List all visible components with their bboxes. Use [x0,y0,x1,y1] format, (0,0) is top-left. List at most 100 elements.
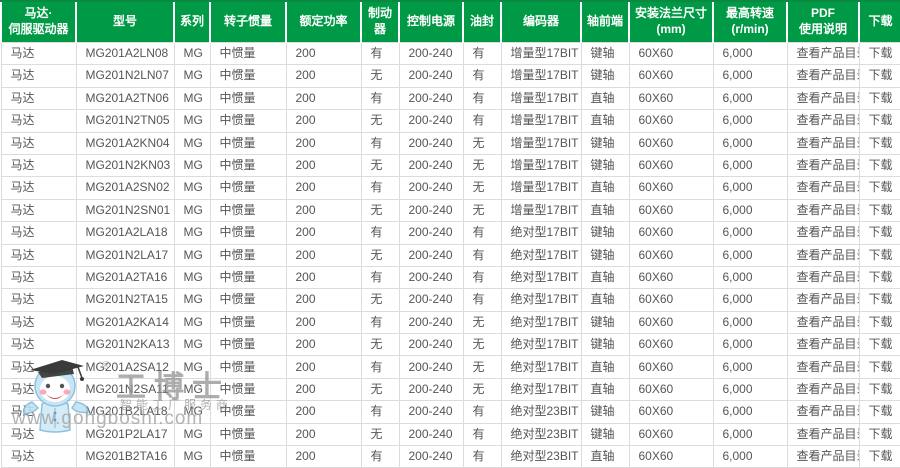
cell-pdf: 查看产品目录 [787,87,859,109]
cell-oil_seal: 无 [463,378,501,400]
cell-motor: 马达 [1,110,76,132]
download-link[interactable]: 下载 [869,270,893,284]
cell-series: MG [174,132,210,154]
cell-series: MG [174,401,210,423]
cell-brake: 有 [361,356,399,378]
cell-series: MG [174,177,210,199]
download-link[interactable]: 下载 [869,113,893,127]
cell-series: MG [174,334,210,356]
cell-model: MG201A2LA18 [76,222,174,244]
cell-max_speed: 6,000 [713,423,787,445]
view-catalog-link[interactable]: 查看产品目录 [797,158,860,172]
cell-oil_seal: 无 [463,177,501,199]
download-link[interactable]: 下载 [869,404,893,418]
download-link[interactable]: 下载 [869,427,893,441]
download-link[interactable]: 下载 [869,225,893,239]
view-catalog-link[interactable]: 查看产品目录 [797,292,860,306]
view-catalog-link[interactable]: 查看产品目录 [797,225,860,239]
view-catalog-link[interactable]: 查看产品目录 [797,404,860,418]
view-catalog-link[interactable]: 查看产品目录 [797,337,860,351]
cell-shaft: 直轴 [581,356,629,378]
cell-control_voltage: 200-240 [399,446,463,468]
view-catalog-link[interactable]: 查看产品目录 [797,270,860,284]
download-link[interactable]: 下载 [869,449,893,463]
cell-download: 下载 [859,132,900,154]
cell-max_speed: 6,000 [713,132,787,154]
view-catalog-link[interactable]: 查看产品目录 [797,136,860,150]
view-catalog-link[interactable]: 查看产品目录 [797,427,860,441]
cell-power: 200 [286,266,361,288]
download-link[interactable]: 下载 [869,46,893,60]
cell-download: 下载 [859,222,900,244]
cell-download: 下载 [859,401,900,423]
table-row: 马达MG201N2SN01MG中惯量200无200-240无增量型17BIT直轴… [1,199,900,221]
cell-oil_seal: 有 [463,65,501,87]
table-row: 马达MG201A2KA14MG中惯量200有200-240无绝对型17BIT键轴… [1,311,900,333]
download-link[interactable]: 下载 [869,136,893,150]
view-catalog-link[interactable]: 查看产品目录 [797,203,860,217]
cell-control_voltage: 200-240 [399,110,463,132]
view-catalog-link[interactable]: 查看产品目录 [797,315,860,329]
cell-encoder: 增量型17BIT [501,177,581,199]
cell-download: 下载 [859,266,900,288]
download-link[interactable]: 下载 [869,360,893,374]
view-catalog-link[interactable]: 查看产品目录 [797,180,860,194]
view-catalog-link[interactable]: 查看产品目录 [797,248,860,262]
cell-flange: 60X60 [629,378,713,400]
cell-motor: 马达 [1,401,76,423]
cell-control_voltage: 200-240 [399,423,463,445]
view-catalog-link[interactable]: 查看产品目录 [797,91,860,105]
cell-shaft: 直轴 [581,177,629,199]
cell-encoder: 增量型17BIT [501,132,581,154]
cell-model: MG201N2LN07 [76,65,174,87]
download-link[interactable]: 下载 [869,180,893,194]
cell-motor: 马达 [1,199,76,221]
cell-control_voltage: 200-240 [399,266,463,288]
col-header-shaft: 轴前端 [581,1,629,43]
view-catalog-link[interactable]: 查看产品目录 [797,382,860,396]
cell-pdf: 查看产品目录 [787,289,859,311]
cell-control_voltage: 200-240 [399,43,463,65]
view-catalog-link[interactable]: 查看产品目录 [797,360,860,374]
cell-motor: 马达 [1,222,76,244]
cell-model: MG201P2LA17 [76,423,174,445]
download-link[interactable]: 下载 [869,292,893,306]
download-link[interactable]: 下载 [869,203,893,217]
cell-pdf: 查看产品目录 [787,244,859,266]
cell-pdf: 查看产品目录 [787,423,859,445]
cell-max_speed: 6,000 [713,356,787,378]
cell-inertia: 中惯量 [210,423,286,445]
table-row: 马达MG201B2TA16MG中惯量200有200-240有绝对型23BIT直轴… [1,446,900,468]
cell-control_voltage: 200-240 [399,244,463,266]
download-link[interactable]: 下载 [869,68,893,82]
cell-control_voltage: 200-240 [399,132,463,154]
cell-flange: 60X60 [629,222,713,244]
cell-flange: 60X60 [629,87,713,109]
cell-series: MG [174,356,210,378]
view-catalog-link[interactable]: 查看产品目录 [797,449,860,463]
cell-encoder: 绝对型17BIT [501,378,581,400]
cell-max_speed: 6,000 [713,177,787,199]
view-catalog-link[interactable]: 查看产品目录 [797,68,860,82]
cell-motor: 马达 [1,266,76,288]
cell-brake: 有 [361,222,399,244]
cell-encoder: 增量型17BIT [501,154,581,176]
download-link[interactable]: 下载 [869,248,893,262]
cell-pdf: 查看产品目录 [787,199,859,221]
cell-model: MG201A2SN02 [76,177,174,199]
view-catalog-link[interactable]: 查看产品目录 [797,46,860,60]
cell-series: MG [174,266,210,288]
cell-control_voltage: 200-240 [399,378,463,400]
download-link[interactable]: 下载 [869,158,893,172]
table-row: 马达MG201A2LN08MG中惯量200有200-240有增量型17BIT键轴… [1,43,900,65]
view-catalog-link[interactable]: 查看产品目录 [797,113,860,127]
cell-max_speed: 6,000 [713,401,787,423]
download-link[interactable]: 下载 [869,91,893,105]
download-link[interactable]: 下载 [869,337,893,351]
cell-shaft: 键轴 [581,65,629,87]
cell-oil_seal: 有 [463,446,501,468]
cell-encoder: 绝对型17BIT [501,244,581,266]
download-link[interactable]: 下载 [869,382,893,396]
col-header-brake: 制动器 [361,1,399,43]
download-link[interactable]: 下载 [869,315,893,329]
